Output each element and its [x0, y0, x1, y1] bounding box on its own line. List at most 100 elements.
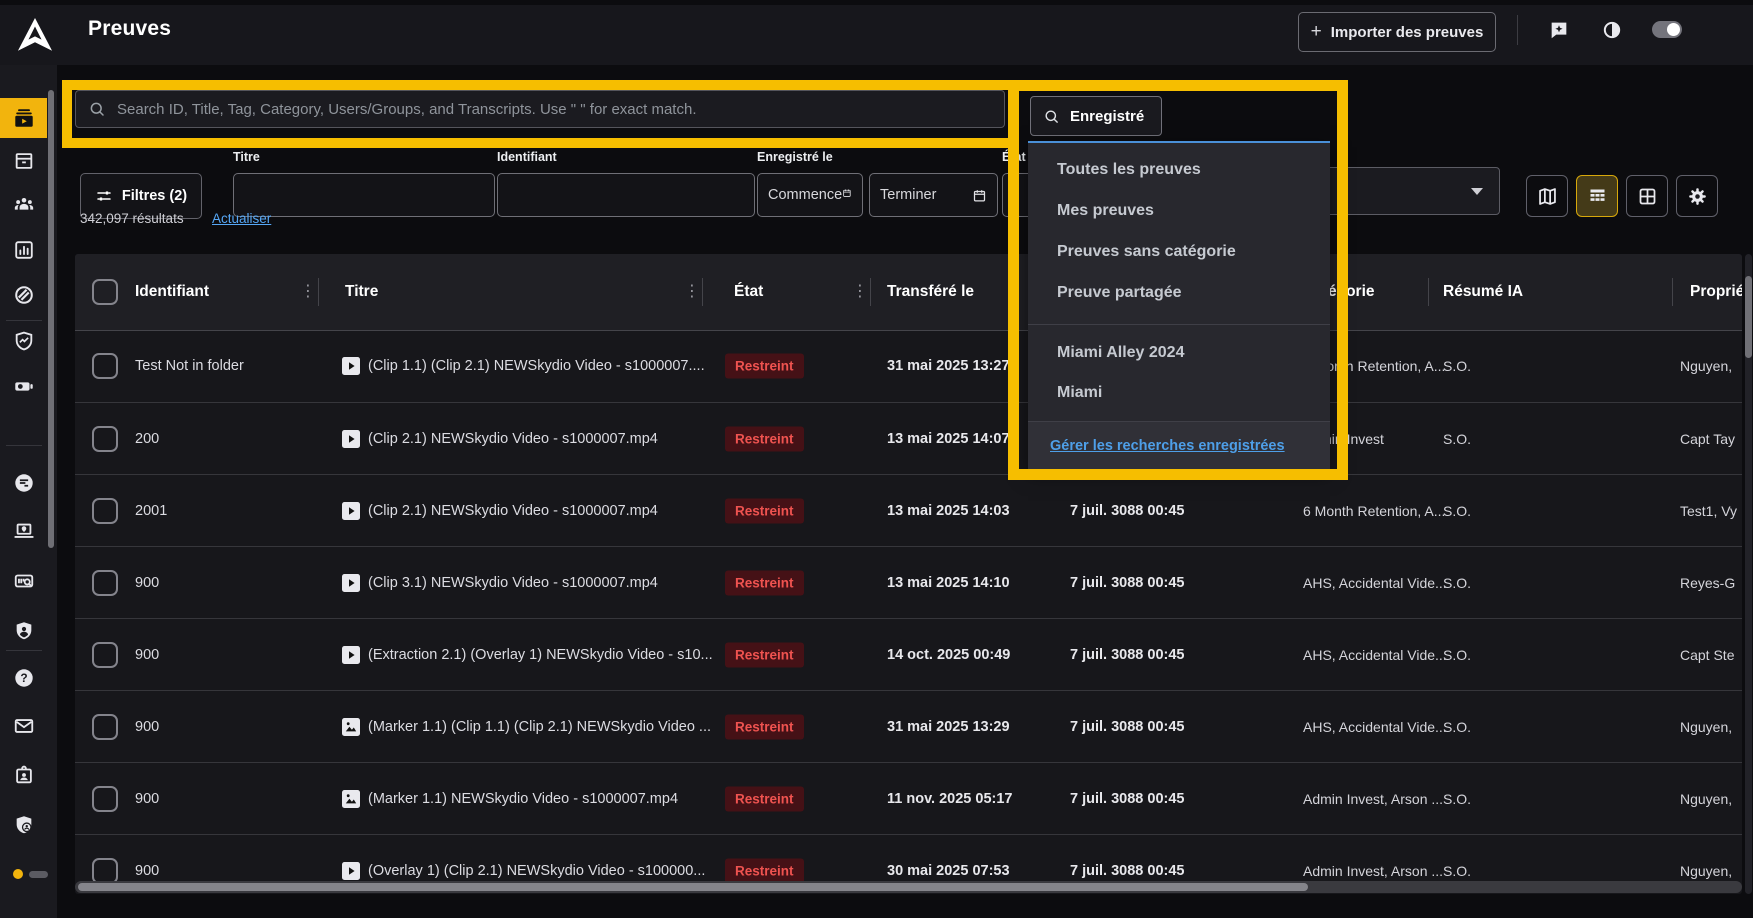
- column-header-title[interactable]: Titre: [345, 254, 378, 330]
- carousel-dot-active[interactable]: [13, 869, 23, 879]
- refresh-link[interactable]: Actualiser: [212, 211, 271, 226]
- table-vertical-scrollbar[interactable]: [1745, 254, 1752, 894]
- identifiant-filter-label: Identifiant: [497, 150, 557, 164]
- sidebar-item-striped-circle[interactable]: [0, 275, 47, 315]
- bar-chart-icon: [13, 239, 35, 261]
- row-checkbox[interactable]: [92, 570, 118, 596]
- saved-search-item[interactable]: Miami: [1028, 373, 1330, 413]
- scrollbar-thumb[interactable]: [1745, 276, 1752, 358]
- barcode-search-icon: [13, 570, 35, 592]
- search-input[interactable]: [115, 100, 992, 119]
- row-checkbox[interactable]: [92, 426, 118, 452]
- sidebar-item-help[interactable]: ?: [0, 658, 47, 698]
- settings-button[interactable]: [1676, 175, 1718, 217]
- date-end-input[interactable]: Terminer: [869, 173, 998, 217]
- table-row[interactable]: 2001(Clip 2.1) NEWSkydio Video - s100000…: [75, 474, 1742, 547]
- sidebar-item-evidence[interactable]: [0, 98, 47, 138]
- cell-transferred-date: 14 oct. 2025 00:49: [887, 647, 1010, 663]
- search-icon: [1043, 108, 1060, 125]
- sidebar-item-barcode-search[interactable]: [0, 561, 47, 601]
- cell-title[interactable]: (Marker 1.1) (Clip 1.1) (Clip 2.1) NEWSk…: [368, 719, 711, 735]
- row-checkbox[interactable]: [92, 714, 118, 740]
- cell-title[interactable]: (Clip 3.1) NEWSkydio Video - s1000007.mp…: [368, 575, 658, 591]
- identifiant-filter-input[interactable]: [497, 173, 755, 217]
- cell-title[interactable]: (Overlay 1) (Clip 2.1) NEWSkydio Video -…: [368, 863, 705, 879]
- cell-owner: Nguyen,: [1680, 791, 1732, 807]
- menu-item-uncategorized[interactable]: Preuves sans catégorie: [1028, 231, 1330, 272]
- sidebar-scrollbar[interactable]: [48, 90, 54, 548]
- row-checkbox[interactable]: [92, 786, 118, 812]
- feedback-icon[interactable]: [1548, 19, 1570, 41]
- grid-icon: [1637, 186, 1658, 207]
- column-divider: [318, 278, 319, 306]
- sidebar-item-shield-analytics[interactable]: [0, 321, 47, 361]
- table-horizontal-scrollbar[interactable]: [75, 881, 1742, 893]
- map-view-button[interactable]: [1526, 175, 1568, 217]
- sidebar-item-id-badge[interactable]: [0, 755, 47, 795]
- calendar-icon: [972, 188, 987, 203]
- cell-ai-summary: S.O.: [1443, 863, 1471, 879]
- status-badge: Restreint: [725, 571, 804, 596]
- video-thumbnail-icon: [342, 430, 360, 448]
- cell-title[interactable]: (Marker 1.1) NEWSkydio Video - s1000007.…: [368, 791, 678, 807]
- cell-title[interactable]: (Extraction 2.1) (Overlay 1) NEWSkydio V…: [368, 647, 713, 663]
- table-view-button[interactable]: [1576, 175, 1618, 217]
- date-start-input[interactable]: Commence: [757, 173, 863, 217]
- topbar-divider: [1517, 15, 1518, 45]
- table-row[interactable]: 900(Marker 1.1) NEWSkydio Video - s10000…: [75, 762, 1742, 835]
- carousel-dot[interactable]: [29, 871, 48, 878]
- saved-searches-dropdown: Toutes les preuves Mes preuves Preuves s…: [1028, 141, 1330, 468]
- row-checkbox[interactable]: [92, 353, 118, 379]
- column-header-status[interactable]: État: [734, 254, 763, 330]
- row-checkbox[interactable]: [92, 642, 118, 668]
- sidebar-item-transcription[interactable]: [0, 463, 47, 503]
- card-view-button[interactable]: [1626, 175, 1668, 217]
- cell-id: 900: [135, 647, 159, 663]
- cell-title[interactable]: (Clip 1.1) (Clip 2.1) NEWSkydio Video - …: [368, 358, 705, 374]
- cell-category: AHS, Accidental Vide...: [1303, 575, 1447, 591]
- manage-saved-searches-link[interactable]: Gérer les recherches enregistrées: [1050, 438, 1285, 454]
- sidebar-item-bar-chart[interactable]: [0, 230, 47, 270]
- column-header-transferred[interactable]: Transféré le: [887, 254, 974, 330]
- cell-ai-summary: S.O.: [1443, 431, 1471, 447]
- saved-search-item[interactable]: Miami Alley 2024: [1028, 333, 1330, 373]
- theme-toggle[interactable]: [1652, 21, 1682, 38]
- kebab-menu-icon[interactable]: ⋮: [852, 282, 868, 302]
- shield-user-icon: [13, 814, 35, 836]
- table-row[interactable]: 900(Marker 1.1) (Clip 1.1) (Clip 2.1) NE…: [75, 690, 1742, 763]
- cell-id: 200: [135, 431, 159, 447]
- status-badge: Restreint: [725, 715, 804, 740]
- column-header-id[interactable]: Identifiant: [135, 254, 209, 330]
- sidebar-item-laptop-location[interactable]: [0, 511, 47, 551]
- sidebar-item-body-camera[interactable]: [0, 366, 47, 406]
- menu-item-my-evidence[interactable]: Mes preuves: [1028, 190, 1330, 231]
- import-evidence-button[interactable]: + Importer des preuves: [1298, 12, 1496, 52]
- table-row[interactable]: Test Not in folder(Clip 1.1) (Clip 2.1) …: [75, 330, 1742, 402]
- menu-item-shared-evidence[interactable]: Preuve partagée: [1028, 272, 1330, 313]
- column-header-owner[interactable]: Propriétaire: [1690, 254, 1742, 330]
- scrollbar-thumb[interactable]: [78, 883, 1308, 891]
- titre-filter-input[interactable]: [233, 173, 495, 217]
- select-all-checkbox[interactable]: [92, 279, 118, 305]
- table-row[interactable]: 200 (Clip 2.1) NEWSkydio Video - s1000007…: [75, 402, 1742, 475]
- menu-item-all-evidence[interactable]: Toutes les preuves: [1028, 149, 1330, 190]
- sidebar-item-shield-person[interactable]: [0, 611, 47, 651]
- kebab-menu-icon[interactable]: ⋮: [300, 282, 316, 302]
- row-checkbox[interactable]: [92, 498, 118, 524]
- status-badge: Restreint: [725, 643, 804, 668]
- sidebar-item-people[interactable]: [0, 185, 47, 225]
- contrast-icon[interactable]: [1602, 20, 1622, 40]
- column-header-ai-summary[interactable]: Résumé IA: [1443, 254, 1523, 330]
- table-row[interactable]: 900 (Extraction 2.1) (Overlay 1) NEWSkydi…: [75, 618, 1742, 691]
- archive-box-icon: [13, 150, 35, 172]
- kebab-menu-icon[interactable]: ⋮: [684, 282, 700, 302]
- sidebar-item-mail[interactable]: [0, 706, 47, 746]
- sidebar-item-shield-user[interactable]: [0, 805, 47, 845]
- evidence-table: Identifiant ⋮ Titre ⋮ État ⋮ Transféré l…: [75, 254, 1742, 894]
- sidebar-item-archive-box[interactable]: [0, 141, 47, 181]
- cell-title[interactable]: (Clip 2.1) NEWSkydio Video - s1000007.mp…: [368, 431, 658, 447]
- video-thumbnail-icon: [342, 862, 360, 880]
- cell-title[interactable]: (Clip 2.1) NEWSkydio Video - s1000007.mp…: [368, 503, 658, 519]
- table-row[interactable]: 900(Clip 3.1) NEWSkydio Video - s1000007…: [75, 546, 1742, 619]
- saved-searches-button[interactable]: Enregistré: [1030, 96, 1162, 136]
